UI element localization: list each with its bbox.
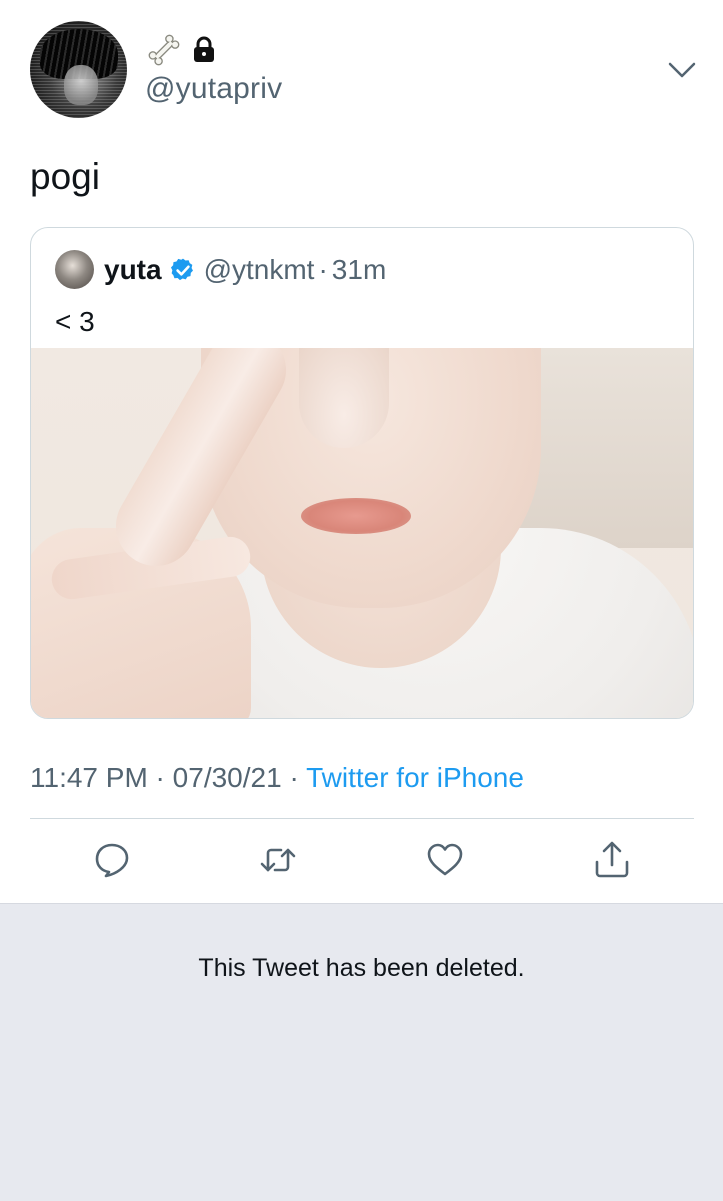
tweet-time: 11:47 PM: [30, 762, 148, 793]
photo-lips: [301, 498, 411, 534]
photo-nose: [299, 348, 389, 448]
author-avatar[interactable]: [30, 21, 127, 118]
separator-dot: ·: [318, 254, 328, 285]
deleted-tweet-notice: This Tweet has been deleted.: [198, 954, 525, 982]
deleted-tweet-area: This Tweet has been deleted.: [0, 903, 723, 1201]
author-handle[interactable]: @yutapriv: [145, 72, 282, 106]
quoted-tweet-card[interactable]: yuta @ytnkmt · 31m < 3: [30, 227, 694, 719]
quoted-tweet-time: 31m: [331, 254, 387, 285]
meta-separator: ·: [281, 762, 307, 793]
share-button[interactable]: [592, 840, 632, 880]
tweet-date: 07/30/21: [172, 762, 282, 793]
like-button[interactable]: [425, 840, 465, 880]
meta-separator: ·: [147, 762, 173, 793]
quoted-author-handle[interactable]: @ytnkmt: [204, 254, 315, 286]
quoted-tweet-header: yuta @ytnkmt · 31m: [104, 254, 386, 286]
bone-icon: [148, 34, 180, 66]
divider: [30, 818, 694, 819]
retweet-icon: [260, 848, 296, 872]
verified-badge-icon: [170, 258, 193, 281]
retweet-button[interactable]: [258, 840, 298, 880]
chevron-down-icon[interactable]: [666, 57, 698, 83]
tweet-source-link[interactable]: Twitter for iPhone: [306, 762, 524, 793]
quoted-tweet-photo[interactable]: [31, 348, 693, 718]
tweet-meta: 11:47 PM · 07/30/21 · Twitter for iPhone: [30, 762, 524, 794]
reply-icon: [95, 843, 129, 878]
avatar-face: [64, 65, 98, 105]
tweet-text: pogi: [30, 156, 100, 197]
author-display-name[interactable]: [145, 32, 219, 68]
tweet-action-bar: [0, 840, 723, 882]
like-icon: [427, 843, 463, 876]
share-icon: [595, 841, 629, 878]
reply-button[interactable]: [92, 840, 132, 880]
lock-icon: [194, 36, 214, 62]
quoted-author-name[interactable]: yuta: [104, 254, 162, 286]
quoted-tweet-text: < 3: [55, 306, 95, 337]
quoted-author-avatar[interactable]: [55, 250, 94, 289]
